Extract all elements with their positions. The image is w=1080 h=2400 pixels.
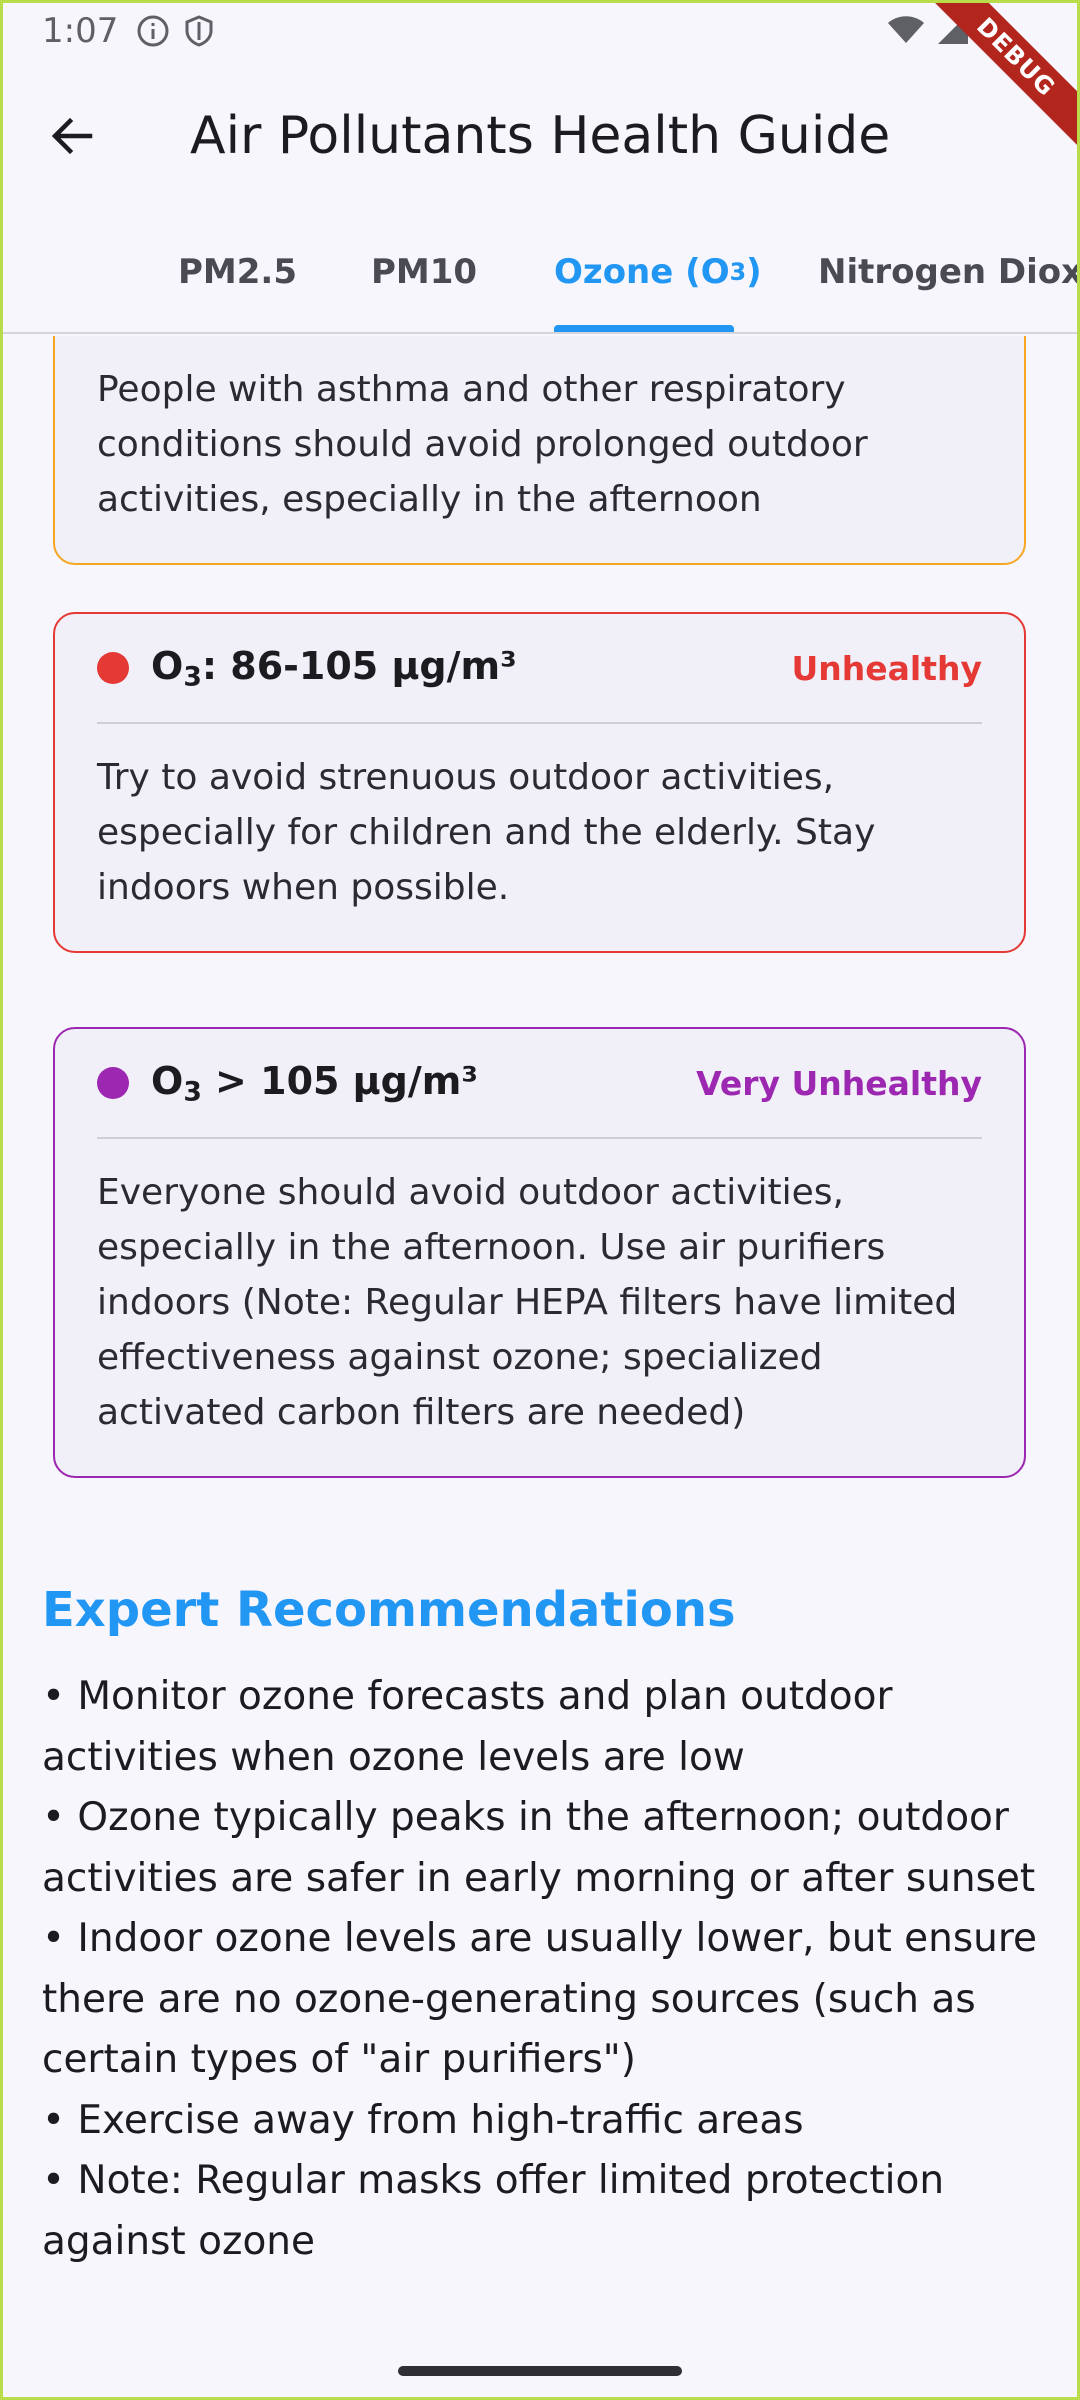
card-range: O3: 86-105 μg/m³ [151, 643, 517, 693]
card-level-label: Unhealthy [791, 648, 982, 688]
card-range: O3 > 105 μg/m³ [151, 1058, 478, 1108]
card-header: O3: 86-105 μg/m³ Unhealthy [97, 614, 982, 724]
level-card-very-unhealthy: O3 > 105 μg/m³ Very Unhealthy Everyone s… [53, 1027, 1026, 1478]
level-card-unhealthy: O3: 86-105 μg/m³ Unhealthy Try to avoid … [53, 612, 1026, 953]
tab-pm10[interactable]: PM10 [371, 210, 477, 332]
info-icon [137, 15, 169, 47]
status-time: 1:07 [42, 11, 119, 51]
level-dot-icon [97, 1067, 129, 1099]
level-dot-icon [97, 652, 129, 684]
recommendations-list: • Monitor ozone forecasts and plan outdo… [42, 1667, 1042, 2272]
active-tab-indicator [554, 325, 734, 332]
card-description: Everyone should avoid outdoor activities… [97, 1172, 958, 1433]
card-header: O3 > 105 μg/m³ Very Unhealthy [97, 1029, 982, 1139]
app-bar: Air Pollutants Health Guide [0, 62, 1080, 210]
home-indicator[interactable] [398, 2366, 682, 2376]
list-item: • Ozone typically peaks in the afternoon… [42, 1795, 1036, 1901]
arrow-back-icon [51, 117, 93, 155]
list-item: • Exercise away from high-traffic areas [42, 2097, 804, 2143]
list-item: • Indoor ozone levels are usually lower,… [42, 1916, 1038, 2082]
card-level-label: Very Unhealthy [696, 1063, 982, 1103]
page-title: Air Pollutants Health Guide [190, 106, 891, 166]
debug-banner: DEBUG [920, 0, 1080, 160]
card-description: Try to avoid strenuous outdoor activitie… [97, 757, 876, 908]
list-item: • Monitor ozone forecasts and plan outdo… [42, 1674, 893, 1780]
list-item: • Note: Regular masks offer limited prot… [42, 2158, 945, 2264]
level-card-sensitive: People with asthma and other respiratory… [53, 336, 1026, 565]
card-description: People with asthma and other respiratory… [97, 369, 868, 520]
back-button[interactable] [24, 88, 120, 184]
tab-bar: PM2.5 PM10 Ozone (O3) Nitrogen Dioxide [0, 210, 1080, 334]
status-bar: 1:07 [0, 0, 1080, 62]
expert-recommendations-title: Expert Recommendations [42, 1582, 736, 1638]
shield-icon [185, 15, 213, 47]
tab-ozone[interactable]: Ozone (O 3) [554, 210, 762, 332]
tab-nitrogen-dioxide[interactable]: Nitrogen Dioxide [818, 210, 1080, 332]
tab-pm25[interactable]: PM2.5 [178, 210, 297, 332]
